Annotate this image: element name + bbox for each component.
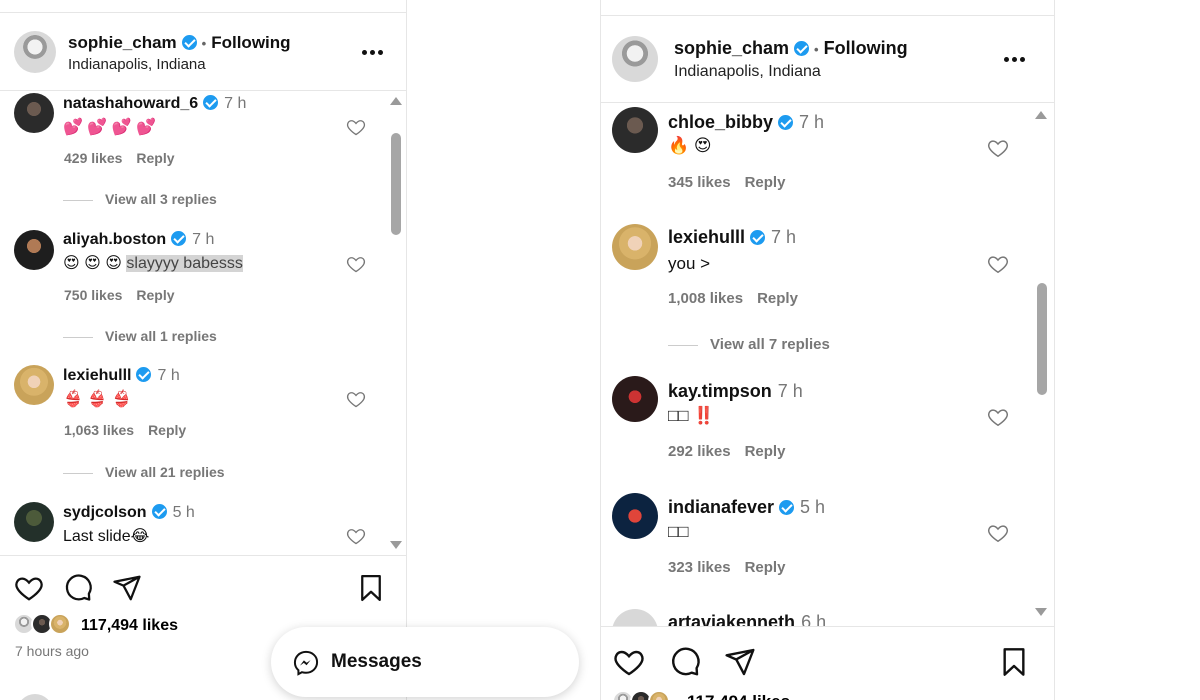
post-timestamp[interactable]: 7 hours ago (15, 643, 89, 659)
comment-likes[interactable]: 429 likes (64, 150, 122, 166)
reply-button[interactable]: Reply (136, 150, 174, 166)
comment-bubble-icon[interactable] (668, 646, 702, 678)
scroll-down-arrow[interactable] (1035, 608, 1047, 616)
post-header: sophie_cham • Following Indianapolis, Indi… (0, 13, 406, 91)
comment-emoji: 😍 😍 😍 (63, 255, 122, 272)
verified-icon (181, 35, 197, 50)
comment-header: sydjcolson 5 h (63, 504, 195, 522)
comment-text: 👙 👙 👙 (63, 391, 132, 408)
comment-meta: 750 likes Reply (64, 287, 175, 303)
separator-dot: • (201, 36, 207, 51)
like-comment-heart-icon[interactable] (346, 254, 366, 274)
scroll-down-arrow[interactable] (390, 541, 402, 549)
comment-time: 7 h (157, 367, 180, 384)
save-bookmark-icon[interactable] (998, 646, 1030, 678)
verified-icon (151, 504, 167, 519)
post-likes-count[interactable]: 117,494 likes (81, 617, 178, 635)
more-options-icon[interactable] (362, 50, 386, 56)
share-send-icon[interactable] (723, 646, 757, 678)
like-comment-heart-icon[interactable] (346, 389, 366, 409)
comment-text: Last slide😂 (63, 528, 150, 545)
view-replies-button[interactable]: View all 3 replies (63, 191, 217, 207)
save-bookmark-icon[interactable] (356, 573, 386, 603)
author-line: sophie_cham • Following (68, 33, 291, 53)
liker-avatar[interactable] (648, 690, 670, 700)
author-username[interactable]: sophie_cham (68, 33, 177, 52)
comment-username[interactable]: lexiehulll (63, 367, 131, 384)
comment: artaviakenneth 6 h (601, 0, 1054, 626)
like-comment-heart-icon[interactable] (346, 526, 366, 546)
comment-username[interactable]: sydjcolson (63, 504, 147, 521)
commenter-avatar[interactable] (14, 365, 54, 405)
comment-meta: 1,063 likes Reply (64, 422, 186, 438)
author-avatar[interactable] (14, 31, 56, 73)
comment-header: lexiehulll 7 h (63, 367, 180, 385)
comment-text: 💕 💕 💕 💕 (63, 119, 157, 136)
scroll-up-arrow[interactable] (390, 97, 402, 105)
comment-username[interactable]: aliyah.boston (63, 231, 166, 248)
view-replies-button[interactable]: View all 21 replies (63, 464, 225, 480)
commenter-avatar[interactable] (612, 609, 658, 626)
comment-header: aliyah.boston 7 h (63, 231, 214, 249)
share-send-icon[interactable] (111, 573, 143, 603)
messages-label: Messages (331, 651, 422, 672)
post-location[interactable]: Indianapolis, Indiana (68, 56, 206, 73)
left-post-panel: sophie_cham • Following Indianapolis, Indi… (0, 0, 407, 700)
comment-time: 7 h (224, 95, 247, 112)
scroll-up-arrow[interactable] (1035, 111, 1047, 119)
partial-avatar (17, 694, 53, 700)
comments-scrollbar-thumb[interactable] (1037, 283, 1047, 395)
comment-bubble-icon[interactable] (62, 573, 94, 603)
messages-button[interactable]: Messages (271, 627, 579, 697)
commenter-avatar[interactable] (14, 230, 54, 270)
comment-time: 6 h (801, 612, 827, 626)
like-heart-icon[interactable] (13, 573, 45, 603)
right-post-panel: sophie_cham • Following Indianapolis, Indi… (600, 0, 1055, 700)
reply-button[interactable]: Reply (136, 287, 174, 303)
comment-time: 7 h (192, 231, 215, 248)
selected-text[interactable]: slayyyy babesss (126, 255, 243, 272)
comment-time: 5 h (172, 504, 195, 521)
like-comment-heart-icon[interactable] (346, 117, 366, 137)
like-heart-icon[interactable] (612, 646, 646, 678)
liker-avatar[interactable] (49, 613, 71, 635)
comment-header: natashahoward_6 7 h (63, 95, 246, 113)
messenger-icon (293, 650, 319, 676)
commenter-avatar[interactable] (14, 93, 54, 133)
following-button[interactable]: Following (211, 33, 290, 52)
post-action-bar: 117,494 likes (601, 626, 1054, 700)
comment-username[interactable]: natashahoward_6 (63, 95, 198, 112)
comment-username[interactable]: artaviakenneth (668, 612, 795, 626)
comment-likes[interactable]: 1,063 likes (64, 422, 134, 438)
comment-meta: 429 likes Reply (64, 150, 175, 166)
comment-header: artaviakenneth 6 h (668, 612, 826, 626)
post-likes-count[interactable]: 117,494 likes (687, 692, 790, 700)
verified-icon (203, 95, 219, 110)
comment-text: 😍 😍 😍 slayyyy babesss (63, 253, 243, 273)
commenter-avatar[interactable] (14, 502, 54, 542)
reply-button[interactable]: Reply (148, 422, 186, 438)
comments-scrollbar-thumb[interactable] (391, 133, 401, 235)
comment-likes[interactable]: 750 likes (64, 287, 122, 303)
verified-icon (171, 231, 187, 246)
view-replies-button[interactable]: View all 1 replies (63, 328, 217, 344)
verified-icon (136, 367, 152, 382)
